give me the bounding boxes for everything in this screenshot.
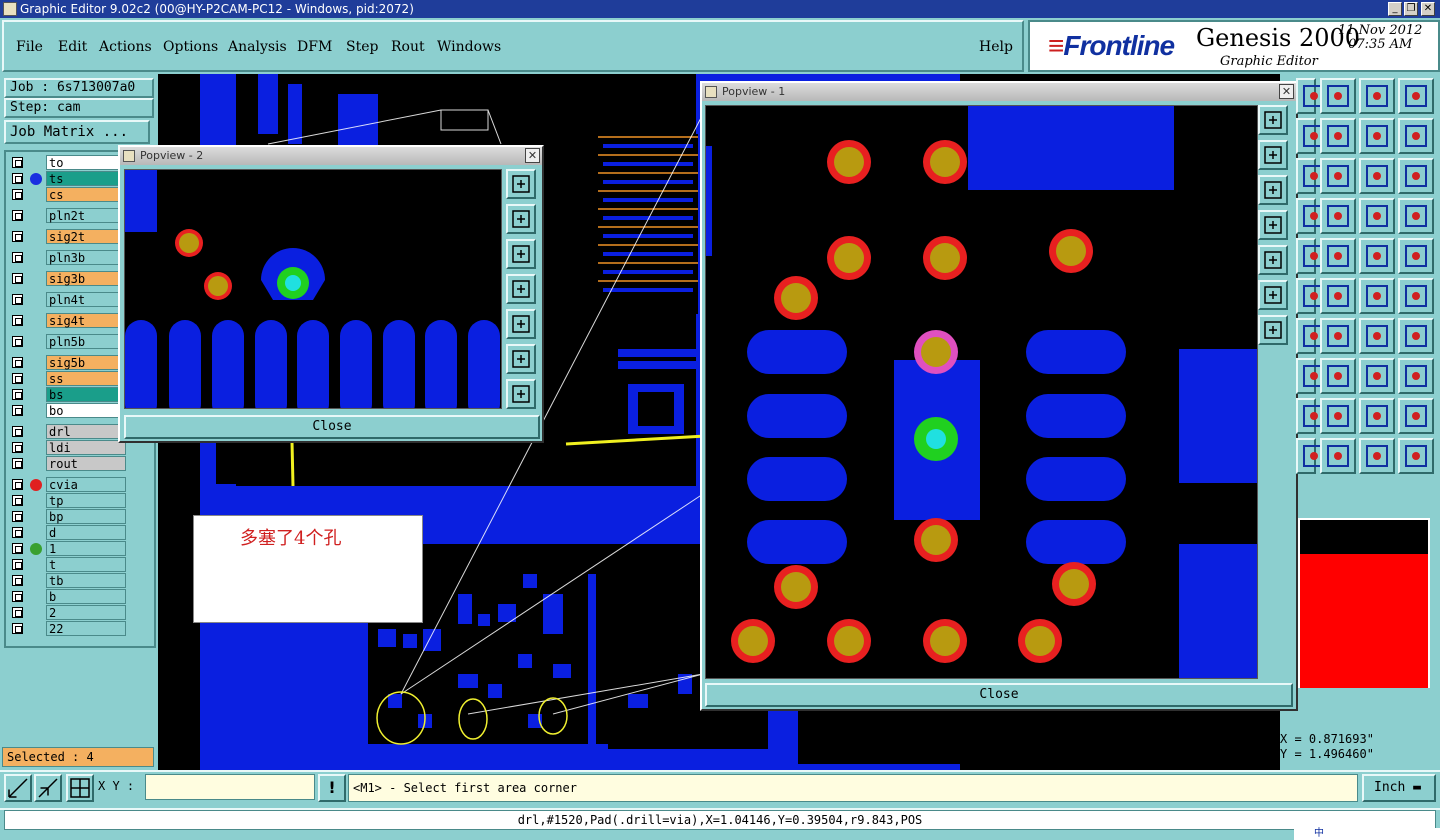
text-tool-icon[interactable] bbox=[1320, 278, 1356, 314]
popview-1-window[interactable]: Popview - 1 ✕ Close bbox=[700, 81, 1298, 711]
popview-2-view-tool-5-icon[interactable] bbox=[506, 309, 536, 339]
popview-1-titlebar[interactable]: Popview - 1 ✕ bbox=[702, 83, 1296, 101]
pointer-tool-icon[interactable] bbox=[1296, 318, 1325, 354]
popview-2-view-tool-2-icon[interactable] bbox=[506, 204, 536, 234]
feature-tool-icon[interactable] bbox=[1398, 438, 1434, 474]
popview-1-drawing bbox=[706, 106, 1257, 678]
zoom-in-tool-icon[interactable] bbox=[1320, 358, 1356, 394]
popview-1-canvas[interactable] bbox=[705, 105, 1258, 679]
zoom-out-tool-icon[interactable] bbox=[1359, 358, 1395, 394]
preview-area bbox=[1298, 518, 1430, 688]
popview-2-close-icon[interactable]: ✕ bbox=[525, 148, 540, 163]
popview-2-view-tool-1-icon[interactable] bbox=[506, 169, 536, 199]
popview-1-icon bbox=[705, 86, 717, 98]
grid-tool-icon[interactable] bbox=[1296, 158, 1325, 194]
flag-tool-icon[interactable] bbox=[1320, 318, 1356, 354]
popview-2-window[interactable]: Popview - 2 ✕ Close bbox=[118, 145, 544, 443]
zoom-window-tool-icon[interactable] bbox=[1398, 78, 1434, 114]
grid-icon[interactable] bbox=[66, 774, 94, 802]
rotate-tool-icon[interactable] bbox=[1320, 238, 1356, 274]
popview-2-close-button[interactable]: Close bbox=[124, 415, 540, 439]
home-tool-icon[interactable] bbox=[1296, 358, 1325, 394]
info-line: drl,#1520,Pad(.drill=via),X=1.04146,Y=0.… bbox=[4, 810, 1436, 830]
question-tool-icon[interactable] bbox=[1398, 118, 1434, 154]
feature-tool-icon[interactable] bbox=[1398, 158, 1434, 194]
message-icon[interactable]: ! bbox=[318, 774, 346, 802]
xy-label: X Y : bbox=[98, 779, 135, 793]
ime-indicator[interactable]: 中 bbox=[1314, 828, 1324, 839]
preview-fill bbox=[1300, 554, 1428, 688]
zoom-window-tool-icon[interactable] bbox=[1398, 358, 1434, 394]
route-tool-icon[interactable] bbox=[1359, 278, 1395, 314]
one-to-one-tool-icon[interactable] bbox=[1359, 118, 1395, 154]
popview-1-view-tool-1-icon[interactable] bbox=[1258, 105, 1288, 135]
mirror-tool-icon[interactable] bbox=[1359, 238, 1395, 274]
popview-2-view-tool-3-icon[interactable] bbox=[506, 239, 536, 269]
dropdown-icon: ▬ bbox=[1413, 780, 1421, 795]
layers-tool-icon[interactable] bbox=[1320, 438, 1356, 474]
prompt-line: <M1> - Select first area corner bbox=[348, 774, 1358, 802]
popview-2-canvas[interactable] bbox=[124, 169, 502, 409]
system-tray: 中 bbox=[1294, 828, 1440, 840]
popview-1-close-icon[interactable]: ✕ bbox=[1279, 84, 1294, 99]
popview-1-view-tool-5-icon[interactable] bbox=[1258, 245, 1288, 275]
popview-2-icon bbox=[123, 150, 135, 162]
ruler-tool-icon[interactable] bbox=[1320, 198, 1356, 234]
pad-tool-icon[interactable] bbox=[1359, 198, 1395, 234]
measure-icon[interactable] bbox=[34, 774, 62, 802]
popview-2-view-tool-6-icon[interactable] bbox=[506, 344, 536, 374]
snap-tool-icon[interactable] bbox=[1296, 118, 1325, 154]
cursor-coords: X = 0.871693" Y = 1.496460" bbox=[1280, 732, 1436, 762]
snap-icon[interactable] bbox=[4, 774, 32, 802]
coord-y: Y = 1.496460" bbox=[1280, 747, 1374, 761]
popview-2-drawing bbox=[125, 170, 500, 408]
popview-1-view-tool-7-icon[interactable] bbox=[1258, 315, 1288, 345]
popview-2-view-tool-7-icon[interactable] bbox=[506, 379, 536, 409]
zoom-out-tool-icon[interactable] bbox=[1359, 78, 1395, 114]
popview-1-view-tool-6-icon[interactable] bbox=[1258, 280, 1288, 310]
zoom-in-tool-icon[interactable] bbox=[1320, 78, 1356, 114]
one-to-one-tool-icon[interactable] bbox=[1359, 398, 1395, 434]
popview-1-view-tool-2-icon[interactable] bbox=[1258, 140, 1288, 170]
units-value: Inch bbox=[1374, 780, 1406, 795]
snap-tool-icon[interactable] bbox=[1296, 398, 1325, 434]
connect-tool-icon[interactable] bbox=[1398, 318, 1434, 354]
display-tool-icon[interactable] bbox=[1359, 158, 1395, 194]
display-tool-icon[interactable] bbox=[1359, 438, 1395, 474]
pan-tool-icon[interactable] bbox=[1320, 398, 1356, 434]
coord-x: X = 0.871693" bbox=[1280, 732, 1374, 746]
home-tool-icon[interactable] bbox=[1296, 78, 1325, 114]
move-tool-icon[interactable] bbox=[1296, 238, 1325, 274]
copy-tool-icon[interactable] bbox=[1398, 238, 1434, 274]
select-tool-icon[interactable] bbox=[1398, 198, 1434, 234]
xy-input[interactable] bbox=[145, 774, 315, 800]
units-select[interactable]: Inch ▬ bbox=[1362, 774, 1436, 802]
arrow-tool-icon[interactable] bbox=[1359, 318, 1395, 354]
popview-2-view-tool-4-icon[interactable] bbox=[506, 274, 536, 304]
grid-tool-icon[interactable] bbox=[1296, 438, 1325, 474]
measure-tool-icon[interactable] bbox=[1296, 198, 1325, 234]
layers-tool-icon[interactable] bbox=[1320, 158, 1356, 194]
pan-tool-icon[interactable] bbox=[1320, 118, 1356, 154]
resize-tool-icon[interactable] bbox=[1398, 278, 1434, 314]
popview-1-view-tool-4-icon[interactable] bbox=[1258, 210, 1288, 240]
popview-1-title: Popview - 1 bbox=[722, 85, 786, 98]
question-tool-icon[interactable] bbox=[1398, 398, 1434, 434]
popview-1-close-button[interactable]: Close bbox=[705, 683, 1293, 707]
arc-tool-icon[interactable] bbox=[1296, 278, 1325, 314]
popview-2-title: Popview - 2 bbox=[140, 149, 204, 162]
popview-2-titlebar[interactable]: Popview - 2 ✕ bbox=[120, 147, 542, 165]
popview-1-view-tool-3-icon[interactable] bbox=[1258, 175, 1288, 205]
